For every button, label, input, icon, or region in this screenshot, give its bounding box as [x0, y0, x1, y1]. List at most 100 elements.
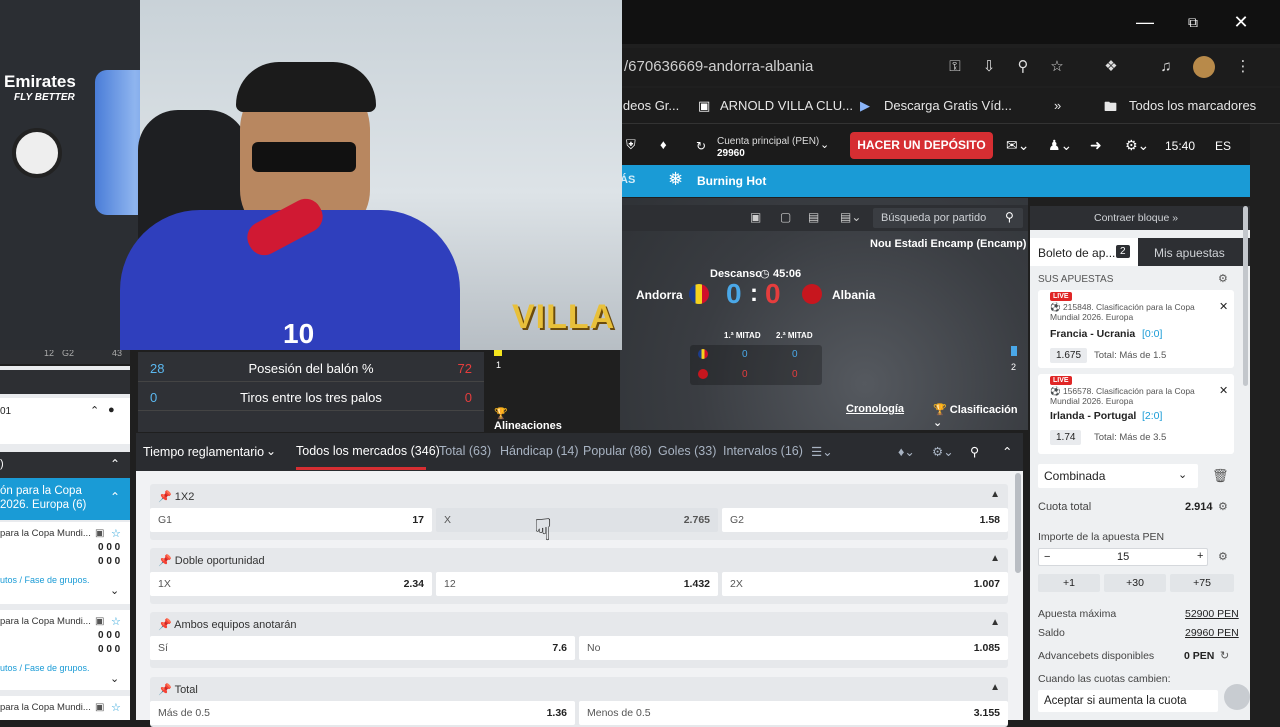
remove-bet-icon[interactable]: ✕ — [1219, 300, 1228, 313]
bookmark-item[interactable]: ARNOLD VILLA CLU... — [720, 98, 853, 113]
account-label[interactable]: Cuenta principal (PEN) — [717, 136, 819, 147]
league-row[interactable]: ón para la Copa 2026. Europa (6) ⌃ — [0, 478, 130, 520]
bookmark-item[interactable]: ideos Gr... — [620, 98, 679, 113]
close-icon[interactable]: ✕ — [1226, 8, 1256, 36]
shield-icon[interactable]: ⛨ — [626, 137, 636, 153]
more-bookmarks-icon[interactable]: » — [1054, 98, 1061, 113]
away-team[interactable]: Albania — [832, 288, 875, 302]
tab-slip[interactable]: Boleto de ap... 2 — [1030, 238, 1138, 266]
odds-button[interactable]: Más de 0.5 1.36 — [150, 701, 575, 725]
refresh-icon[interactable]: ↻ — [696, 139, 706, 153]
restore-icon[interactable]: ⧉ — [1178, 8, 1208, 36]
collapse-icon[interactable]: ⌃ — [90, 404, 99, 417]
chevron-down-icon[interactable]: ⌄ — [110, 584, 119, 597]
odds-button[interactable]: 1X 2.34 — [150, 572, 432, 596]
chat-icon[interactable] — [1224, 684, 1250, 710]
tab-my-bets[interactable]: Mis apuestas — [1154, 246, 1225, 260]
monitor-icon[interactable]: ▤ — [808, 210, 819, 224]
search-icon[interactable]: ⚲ — [970, 444, 979, 459]
odds-change-select[interactable]: Aceptar si aumenta la cuota — [1038, 690, 1218, 712]
odds-button[interactable]: Menos de 0.5 3.155 — [579, 701, 1008, 725]
chart-icon[interactable]: ▤⌄ — [840, 210, 861, 224]
nav-more[interactable]: ÁS — [620, 174, 635, 186]
odds-button[interactable]: G2 1.58 — [722, 508, 1008, 532]
scrollbar[interactable] — [1243, 206, 1248, 386]
odds-button[interactable]: G1 17 — [150, 508, 432, 532]
avatar[interactable] — [1193, 56, 1215, 78]
bell-icon[interactable]: ♦ — [660, 137, 667, 152]
odds-button[interactable]: No 1.085 — [579, 636, 1008, 660]
trash-icon[interactable]: 🗑 — [1212, 468, 1229, 484]
chevron-up-icon[interactable]: ⌃ — [110, 457, 120, 471]
tab-handicap[interactable]: Hándicap (14) — [500, 444, 579, 458]
screen-icon[interactable]: ▢ — [780, 210, 791, 224]
event-stage[interactable]: utos / Fase de grupos. — [0, 575, 90, 585]
search-icon[interactable]: ⚲ — [1005, 210, 1014, 224]
bet-type-select[interactable]: Combinada ⌄ — [1038, 464, 1198, 488]
chevron-up-icon[interactable]: ⌃ — [110, 490, 120, 504]
tab-intervals[interactable]: Intervalos (16) — [723, 444, 803, 458]
odds-button[interactable]: Sí 7.6 — [150, 636, 575, 660]
gear-icon[interactable]: ⚙ — [1218, 500, 1228, 513]
gear-icon[interactable]: ⚙ — [1218, 550, 1228, 563]
quick-stake-button[interactable]: +30 — [1104, 574, 1166, 592]
refresh-icon[interactable]: ↻ — [1220, 649, 1229, 662]
quick-stake-button[interactable]: +1 — [1038, 574, 1100, 592]
sidebar-row[interactable]: 01 ⌃ ● — [0, 398, 130, 444]
star-icon[interactable]: ☆ — [1046, 56, 1068, 78]
bookmark-item[interactable]: Descarga Gratis Víd... — [884, 98, 1012, 113]
mail-icon[interactable]: ✉⌄ — [1006, 137, 1029, 154]
language-select[interactable]: ES — [1215, 139, 1231, 153]
media-icon[interactable]: ♫ — [1155, 56, 1177, 78]
scrollbar[interactable] — [1015, 473, 1021, 573]
extensions-icon[interactable]: ❖ — [1100, 56, 1122, 78]
chevron-up-icon[interactable]: ▲ — [990, 553, 1000, 564]
home-team[interactable]: Andorra — [636, 288, 683, 302]
globe-icon[interactable]: ● — [108, 404, 115, 416]
list-menu-icon[interactable]: ☰⌄ — [811, 444, 833, 459]
chronology-tab[interactable]: Cronología — [846, 403, 904, 415]
event-item[interactable]: para la Copa Mundi... ▣ ☆ 0 0 0 0 0 0 ut… — [0, 522, 130, 604]
standings-tab[interactable]: 🏆 Clasificación ⌄ — [933, 403, 1028, 429]
chevron-up-icon[interactable]: ▲ — [990, 489, 1000, 500]
install-icon[interactable]: ⇩ — [978, 56, 1000, 78]
tv-icon[interactable]: ▣ — [95, 616, 104, 627]
tv-icon[interactable]: ▣ — [95, 702, 104, 713]
odds-button[interactable]: X 2.765 — [436, 508, 718, 532]
event-stage[interactable]: utos / Fase de grupos. — [0, 663, 90, 673]
match-search[interactable]: Búsqueda por partido — [873, 208, 1023, 228]
tab-total[interactable]: Total (63) — [439, 444, 491, 458]
collapse-icon[interactable]: ⌃ — [1002, 444, 1012, 459]
stake-value[interactable]: 15 — [1117, 551, 1129, 563]
odds-button[interactable]: 2X 1.007 — [722, 572, 1008, 596]
balance-value[interactable]: 29960 PEN — [1185, 627, 1239, 639]
tab-goals[interactable]: Goles (33) — [658, 444, 716, 458]
tab-popular[interactable]: Popular (86) — [583, 444, 652, 458]
logout-icon[interactable]: ➜ — [1090, 137, 1102, 154]
chevron-up-icon[interactable]: ▲ — [990, 682, 1000, 693]
collapse-bar[interactable]: Contraer bloque » — [1030, 206, 1250, 230]
star-icon[interactable]: ☆ — [111, 615, 121, 628]
user-icon[interactable]: ♟⌄ — [1048, 137, 1072, 154]
deposit-button[interactable]: HACER UN DEPÓSITO — [850, 132, 993, 159]
event-item[interactable]: para la Copa Mundi... ▣ ☆ 0 0 0 0 0 0 ut… — [0, 610, 130, 690]
key-icon[interactable]: ⚿ — [944, 56, 966, 78]
stake-input[interactable]: − 15 + — [1038, 548, 1208, 566]
chevron-up-icon[interactable]: ▲ — [990, 617, 1000, 628]
tv-icon[interactable]: ▣ — [750, 210, 761, 224]
star-icon[interactable]: ☆ — [111, 701, 121, 714]
event-item[interactable]: para la Copa Mundi... ▣ ☆ — [0, 696, 130, 720]
tv-icon[interactable]: ▣ — [95, 528, 104, 539]
chevron-down-icon[interactable]: ⌄ — [110, 672, 119, 685]
minimize-icon[interactable]: — — [1130, 8, 1160, 36]
all-bookmarks[interactable]: Todos los marcadores — [1129, 98, 1256, 113]
address-bar[interactable]: /670636669-andorra-albania ⚿ ⇩ ⚲ ☆ ❖ ♫ ⋮ — [620, 48, 1280, 86]
tab-all-markets[interactable]: Todos los mercados (346) — [296, 444, 440, 458]
url-text[interactable]: /670636669-andorra-albania — [624, 58, 813, 75]
max-bet-value[interactable]: 52900 PEN — [1185, 608, 1239, 620]
gear-icon[interactable]: ⚙ — [1218, 272, 1228, 285]
quick-stake-button[interactable]: +75 — [1170, 574, 1234, 592]
period-select[interactable]: Tiempo reglamentario ⌄ — [136, 433, 286, 471]
plus-icon[interactable]: + — [1197, 550, 1203, 562]
zoom-icon[interactable]: ⚲ — [1012, 56, 1034, 78]
